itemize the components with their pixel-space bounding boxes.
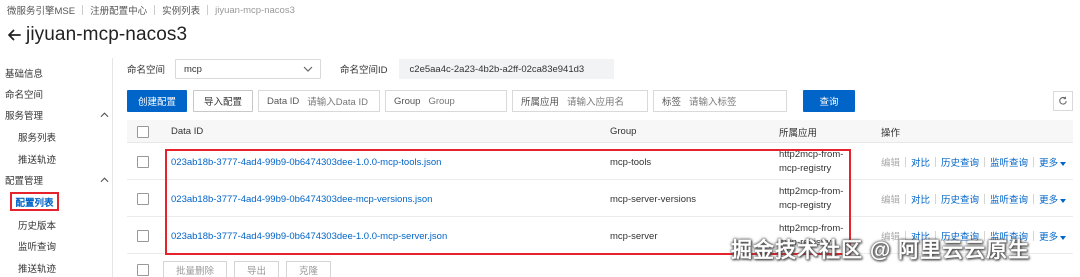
- action-separator: [1033, 194, 1035, 204]
- action-separator: [935, 157, 937, 167]
- edit-link[interactable]: 编辑: [881, 155, 900, 169]
- clone-button[interactable]: 克隆: [286, 261, 332, 277]
- checkbox[interactable]: [137, 125, 149, 138]
- page-header: jiyuan-mcp-nacos3: [6, 22, 187, 48]
- sidebar-item-service-list[interactable]: 服务列表: [18, 130, 56, 144]
- sidebar-group-service-management[interactable]: 服务管理: [5, 108, 109, 122]
- group-search-label: Group: [394, 95, 421, 107]
- dataid-search-placeholder: 请输入Data ID: [307, 97, 368, 108]
- export-button[interactable]: 导出: [234, 261, 280, 277]
- column-header-dataid: Data ID: [171, 126, 204, 137]
- action-separator: [935, 194, 937, 204]
- compare-link[interactable]: 对比: [911, 192, 930, 206]
- row-actions: 编辑 对比 历史查询 监听查询 更多: [881, 144, 1067, 180]
- compare-link[interactable]: 对比: [911, 155, 930, 169]
- chevron-up-icon: [100, 177, 109, 183]
- query-button[interactable]: 查询: [803, 90, 856, 112]
- watermark-text: 掘金技术社区 @ 阿里云云原生: [731, 239, 1031, 262]
- edit-link[interactable]: 编辑: [881, 192, 900, 206]
- select-all-checkbox[interactable]: [137, 120, 149, 143]
- history-query-link[interactable]: 历史查询: [941, 192, 979, 206]
- chevron-up-icon: [100, 112, 109, 118]
- create-config-button[interactable]: 创建配置: [127, 90, 188, 112]
- breadcrumb-item-current: jiyuan-mcp-nacos3: [215, 4, 295, 16]
- more-label: 更多: [1039, 195, 1059, 206]
- batch-delete-button[interactable]: 批量删除: [163, 261, 228, 277]
- sidebar-item-listen-query[interactable]: 监听查询: [18, 239, 56, 253]
- group-search-placeholder: Group: [428, 95, 455, 107]
- row-checkbox[interactable]: [137, 218, 149, 254]
- app-search-field[interactable]: 所属应用 请输入应用名: [512, 90, 649, 112]
- chevron-down-icon: [303, 66, 313, 72]
- sidebar-item-push-trace[interactable]: 推送轨迹: [18, 152, 56, 166]
- caret-down-icon: [1060, 199, 1067, 203]
- action-separator: [1033, 231, 1035, 241]
- checkbox[interactable]: [137, 264, 149, 276]
- batch-actions-bar: 批量删除 导出 克隆: [127, 261, 332, 277]
- listen-query-link[interactable]: 监听查询: [990, 155, 1028, 169]
- action-separator: [905, 157, 907, 167]
- caret-down-icon: [1060, 162, 1067, 166]
- sidebar-item-config-push-trace[interactable]: 推送轨迹: [18, 261, 56, 275]
- refresh-button[interactable]: [1053, 91, 1073, 111]
- table-header: Data ID Group 所属应用 操作: [127, 120, 1073, 143]
- checkbox[interactable]: [137, 193, 149, 205]
- more-dropdown[interactable]: 更多: [1039, 155, 1067, 169]
- row-checkbox[interactable]: [137, 144, 149, 180]
- namespace-id-label: 命名空间ID: [340, 65, 388, 76]
- more-dropdown[interactable]: 更多: [1039, 229, 1067, 243]
- column-header-app: 所属应用: [779, 127, 818, 139]
- sidebar-group-label: 服务管理: [5, 111, 44, 122]
- dataid-search-field[interactable]: Data ID 请输入Data ID: [258, 90, 381, 112]
- caret-down-icon: [1060, 236, 1067, 240]
- breadcrumb-item-instances[interactable]: 实例列表: [162, 3, 200, 17]
- listen-query-link[interactable]: 监听查询: [990, 192, 1028, 206]
- namespace-filter-row: 命名空间 mcp 命名空间ID c2e5aa4c-2a23-4b2b-a2ff-…: [127, 59, 614, 79]
- namespace-id-value: c2e5aa4c-2a23-4b2b-a2ff-02ca83e941d3: [398, 59, 614, 79]
- tag-search-placeholder: 请输入标签: [689, 97, 737, 108]
- breadcrumb-separator: [154, 5, 156, 15]
- more-dropdown[interactable]: 更多: [1039, 192, 1067, 206]
- breadcrumb-item-mse[interactable]: 微服务引擎MSE: [7, 3, 75, 17]
- action-separator: [984, 157, 986, 167]
- breadcrumb-separator: [207, 5, 209, 15]
- action-separator: [984, 194, 986, 204]
- page-title: jiyuan-mcp-nacos3: [26, 24, 188, 45]
- toolbar: 创建配置 导入配置 Data ID 请输入Data ID Group Group…: [127, 90, 856, 112]
- action-separator: [905, 194, 907, 204]
- action-separator: [1033, 157, 1035, 167]
- sidebar-item-namespace[interactable]: 命名空间: [5, 87, 43, 101]
- refresh-icon: [1059, 96, 1067, 105]
- column-header-group: Group: [610, 126, 637, 137]
- arrow-left-icon[interactable]: [6, 27, 22, 43]
- breadcrumb-separator: [82, 5, 84, 15]
- app-search-label: 所属应用: [521, 97, 560, 108]
- history-query-link[interactable]: 历史查询: [941, 155, 979, 169]
- dataid-search-label: Data ID: [267, 95, 300, 107]
- sidebar-group-label: 配置管理: [5, 176, 44, 187]
- bottom-select-all-checkbox[interactable]: [137, 264, 149, 276]
- tag-search-field[interactable]: 标签 请输入标签: [653, 90, 788, 112]
- sidebar: 基础信息 命名空间 服务管理 服务列表 推送轨迹 配置管理 配置列表 历史版本 …: [0, 58, 113, 277]
- namespace-select-value: mcp: [184, 63, 202, 75]
- sidebar-item-basic-info[interactable]: 基础信息: [5, 66, 43, 80]
- row-checkbox[interactable]: [137, 181, 149, 217]
- namespace-select[interactable]: mcp: [175, 59, 322, 79]
- sidebar-item-config-list[interactable]: 配置列表: [10, 192, 59, 211]
- tag-search-label: 标签: [662, 97, 682, 108]
- more-label: 更多: [1039, 232, 1059, 243]
- sidebar-item-history-versions[interactable]: 历史版本: [18, 218, 56, 232]
- app-search-placeholder: 请输入应用名: [567, 97, 625, 108]
- column-header-ops: 操作: [881, 127, 901, 139]
- sidebar-group-config-management[interactable]: 配置管理: [5, 173, 109, 187]
- checkbox[interactable]: [137, 230, 149, 242]
- row-actions: 编辑 对比 历史查询 监听查询 更多: [881, 181, 1067, 217]
- import-config-button[interactable]: 导入配置: [193, 90, 254, 112]
- more-label: 更多: [1039, 158, 1059, 169]
- breadcrumb-item-registry[interactable]: 注册配置中心: [90, 3, 147, 17]
- checkbox[interactable]: [137, 156, 149, 168]
- group-search-field[interactable]: Group Group: [385, 90, 508, 112]
- breadcrumb: 微服务引擎MSE 注册配置中心 实例列表 jiyuan-mcp-nacos3: [7, 3, 295, 18]
- namespace-label: 命名空间: [127, 65, 166, 76]
